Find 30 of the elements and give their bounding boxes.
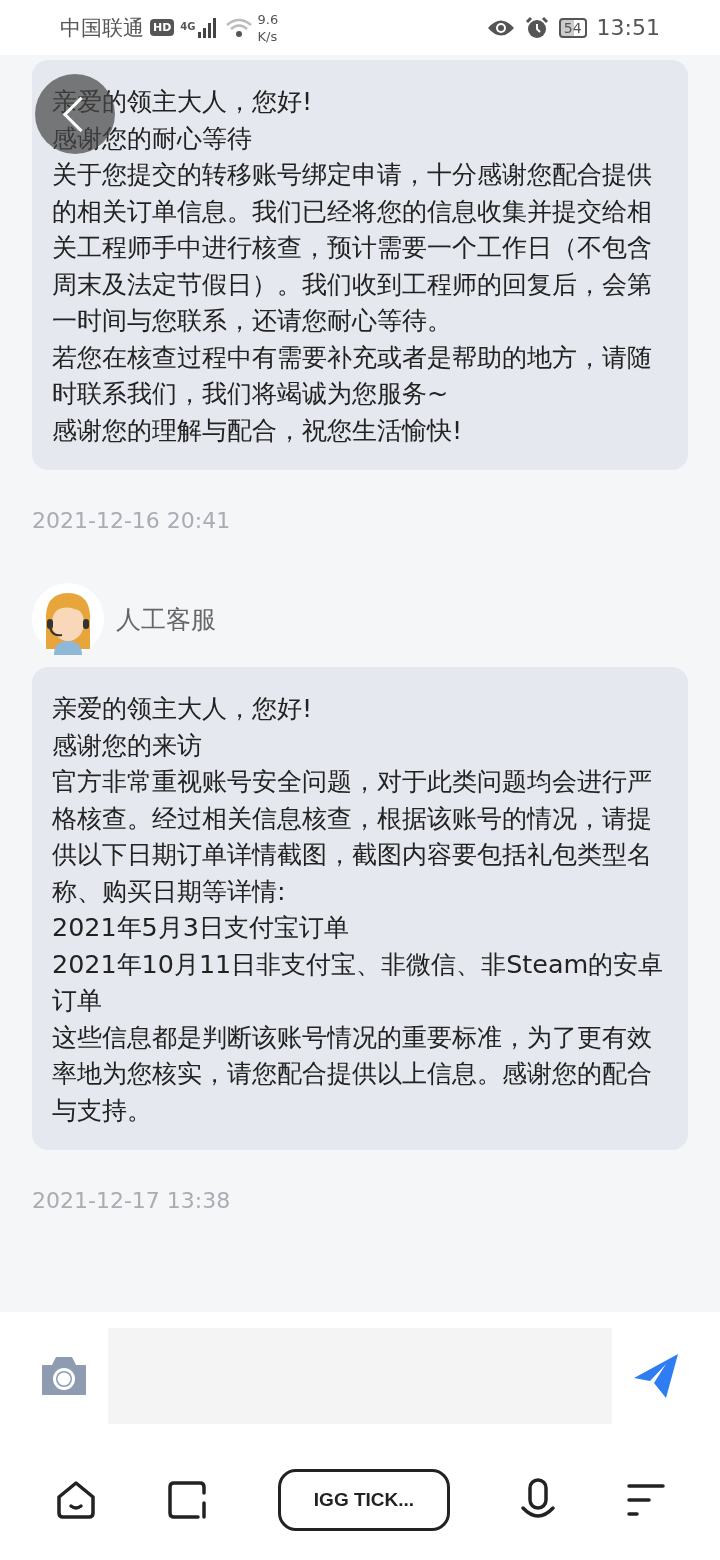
avatar <box>32 583 104 655</box>
eye-icon <box>486 18 515 37</box>
timestamp: 2021-12-17 13:38 <box>32 1188 231 1213</box>
message-text: 亲爱的领主大人，您好! <box>52 692 314 725</box>
send-icon[interactable] <box>632 1352 680 1400</box>
app-title-pill[interactable]: IGG TICK... <box>278 1469 450 1531</box>
message-text: 2021年10月11日非支付宝、非微信、非Steam的安卓订单 <box>52 947 665 1017</box>
camera-icon[interactable] <box>40 1355 88 1397</box>
message-text: 感谢您的耐心等待 <box>52 121 253 155</box>
message-text: 若您在核查过程中有需要补充或者是帮助的地方，请随时联系我们，我们将竭诚为您服务~ <box>52 340 653 410</box>
carrier-name: 中国联通 <box>60 14 144 42</box>
clock: 13:51 <box>596 15 660 40</box>
menu-icon[interactable] <box>625 1483 666 1517</box>
message-text: 感谢您的来访 <box>52 728 203 762</box>
message-text: 2021年5月3日支付宝订单 <box>52 911 350 944</box>
wifi-icon <box>225 17 252 38</box>
battery-icon: 54 <box>558 17 587 38</box>
speed-value: 9.6 <box>257 10 279 28</box>
message-text: 感谢您的理解与配合，祝您生活愉快! <box>52 413 464 447</box>
message-text: 这些信息都是判断该账号情况的重要标准，为了更有效率地为您核实，请您配合提供以上信息。感谢您的配合与支持。 <box>52 1020 653 1127</box>
sender-name: 人工客服 <box>116 603 216 636</box>
timestamp: 2021-12-16 20:41 <box>32 508 231 533</box>
speed-unit: K/s <box>257 27 279 45</box>
message-text: 官方非常重视账号安全问题，对于此类问题均会进行严格核查。经过相关信息核查，根据该账号的情况，请提供以下日期订单详情截图，截图内容要包括礼包类型名称、购买日期等详情: <box>52 765 653 908</box>
window-icon[interactable] <box>166 1479 209 1521</box>
hd-badge: HD <box>150 19 175 36</box>
message-text: 关于您提交的转移账号绑定申请，十分感谢您配合提供的相关订单信息。我们已经将您的信息收集并提交给相关工程师手中进行核查，预计需要一个工作日（不包含周末及法定节假日）。我们收到工程师的回复后，会第一时间与您联系，还请您耐心等待。 <box>52 158 653 337</box>
home-icon[interactable] <box>54 1479 97 1521</box>
alarm-icon <box>524 15 549 40</box>
network-type: 4G <box>180 20 196 32</box>
